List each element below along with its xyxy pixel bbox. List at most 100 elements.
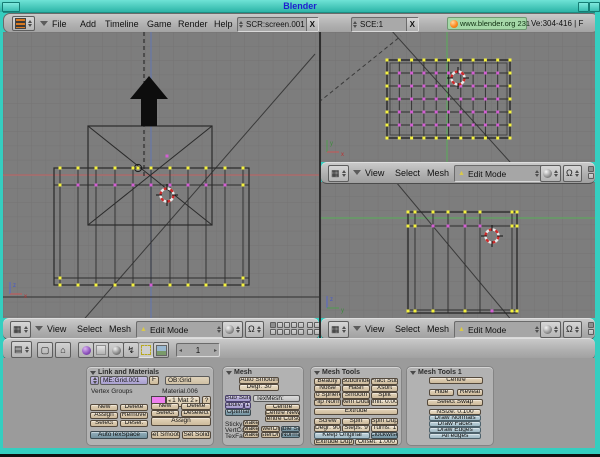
vertex[interactable] [509, 98, 512, 101]
shading-context-button[interactable] [108, 342, 124, 358]
vertex[interactable] [459, 59, 462, 62]
vertex[interactable] [422, 59, 425, 62]
hide-button[interactable]: Hide [429, 389, 454, 396]
vertex[interactable] [59, 184, 62, 187]
subdiv-field[interactable]: Subdiv: 1 [225, 402, 244, 409]
vertex[interactable] [509, 59, 512, 62]
vertex[interactable] [435, 98, 438, 101]
panel-collapse-icon[interactable] [410, 371, 416, 378]
vertex[interactable] [414, 310, 417, 313]
vertex[interactable] [509, 85, 512, 88]
vertex[interactable] [410, 111, 413, 114]
vertex[interactable] [132, 284, 135, 287]
vertex[interactable] [169, 184, 172, 187]
vertex[interactable] [407, 225, 410, 228]
vgroup-select-button[interactable]: Select [90, 420, 118, 427]
vertex[interactable] [398, 85, 401, 88]
vertex[interactable] [516, 225, 519, 228]
menu-select[interactable]: Select [395, 324, 420, 334]
texmesh-field[interactable]: TexMesh: [253, 395, 300, 402]
turns-field[interactable]: Turns: 1 [371, 425, 398, 432]
vertex[interactable] [410, 124, 413, 127]
vertex[interactable] [242, 184, 245, 187]
vertex[interactable] [484, 137, 487, 140]
vertex[interactable] [509, 72, 512, 75]
titlebar[interactable]: Blender [0, 0, 600, 13]
centre-button[interactable]: Centre [429, 377, 483, 384]
vertex[interactable] [472, 137, 475, 140]
fract-sub-button[interactable]: Fract Sub [371, 378, 398, 385]
vertex[interactable] [224, 167, 227, 170]
subdiv-render-field[interactable]: 1 [244, 402, 251, 409]
vgroup-new-button[interactable]: New [90, 404, 118, 411]
material-new-button[interactable]: New [151, 403, 179, 410]
vertex[interactable] [95, 284, 98, 287]
vertex[interactable] [205, 184, 208, 187]
menu-game[interactable]: Game [147, 19, 172, 29]
script-context-button[interactable] [93, 342, 109, 358]
menu-mesh[interactable]: Mesh [109, 324, 131, 334]
layer-buttons[interactable] [270, 322, 319, 336]
material-select-button[interactable]: Select [151, 410, 179, 417]
scene-selector[interactable]: SCE:1 X [351, 17, 419, 32]
3d-viewport-side[interactable]: z y [321, 182, 595, 318]
vertex[interactable] [432, 211, 435, 214]
menu-help[interactable]: Help [214, 19, 233, 29]
mode-dropdown[interactable]: ▲Edit Mode [454, 321, 542, 338]
vertex[interactable] [435, 59, 438, 62]
reveal-button[interactable]: Reveal [457, 389, 483, 396]
screen-selector[interactable]: SCR:screen.001 X [237, 17, 319, 32]
vertex[interactable] [150, 167, 153, 170]
vertex[interactable] [410, 72, 413, 75]
vertex[interactable] [187, 167, 190, 170]
layer-toggle[interactable] [588, 322, 594, 328]
vertex[interactable] [205, 167, 208, 170]
window-type-button[interactable]: ▤ [11, 341, 32, 358]
vertex[interactable] [114, 167, 117, 170]
vertex[interactable] [386, 59, 389, 62]
vertex[interactable] [95, 167, 98, 170]
vgroup-delete-button[interactable]: Delete [120, 404, 148, 411]
autotexspace-toggle[interactable]: AutoTexSpace [90, 431, 148, 439]
layer-buttons[interactable] [588, 322, 595, 336]
vertex[interactable] [59, 277, 62, 280]
centre-cursor-button[interactable]: Centre Cursor [265, 416, 300, 422]
vertex[interactable] [398, 111, 401, 114]
vertex[interactable] [472, 124, 475, 127]
vertex[interactable] [410, 85, 413, 88]
window-close-button[interactable] [589, 2, 600, 12]
spin-dup-button[interactable]: Spin Dup [371, 418, 398, 425]
3d-viewport-top-canvas[interactable]: y x [321, 32, 595, 162]
vertex[interactable] [422, 85, 425, 88]
vertex[interactable] [511, 211, 514, 214]
steps-field[interactable]: Steps: 9 [342, 425, 370, 432]
vertex[interactable] [398, 59, 401, 62]
rem-doubles-button[interactable]: Rem Doub [342, 399, 370, 406]
layer-toggle[interactable] [284, 322, 290, 328]
offset-field[interactable]: Offset: 1.000 [355, 439, 398, 445]
menu-file[interactable]: File [52, 19, 67, 29]
panel-collapse-icon[interactable] [226, 371, 232, 378]
vertex[interactable] [422, 124, 425, 127]
vertex[interactable] [150, 184, 153, 187]
vertex[interactable] [496, 59, 499, 62]
header-menu-collapse-icon[interactable] [35, 326, 43, 335]
vertex[interactable] [516, 310, 519, 313]
layer-toggle[interactable] [588, 166, 594, 172]
xsort-button[interactable]: Xsort [371, 385, 398, 392]
to-sphere-button[interactable]: To Sphere [314, 392, 341, 399]
extrude-dup-button[interactable]: Extrude Dup [314, 439, 354, 445]
vertex[interactable] [95, 184, 98, 187]
vertex[interactable] [472, 98, 475, 101]
vertex[interactable] [447, 59, 450, 62]
screen-delete-button[interactable]: X [306, 18, 318, 31]
vgroup-assign-button[interactable]: Assign [90, 412, 118, 419]
menu-render[interactable]: Render [178, 19, 208, 29]
object-context-button[interactable]: ↯ [123, 342, 139, 358]
no-vnormal-flip-toggle[interactable]: No V.Normal Flip [281, 432, 300, 438]
panel-title[interactable]: Mesh Tools [322, 369, 360, 376]
vertex[interactable] [459, 98, 462, 101]
smooth-button[interactable]: Smooth [342, 392, 370, 399]
vertex[interactable] [484, 111, 487, 114]
vertex[interactable] [447, 124, 450, 127]
